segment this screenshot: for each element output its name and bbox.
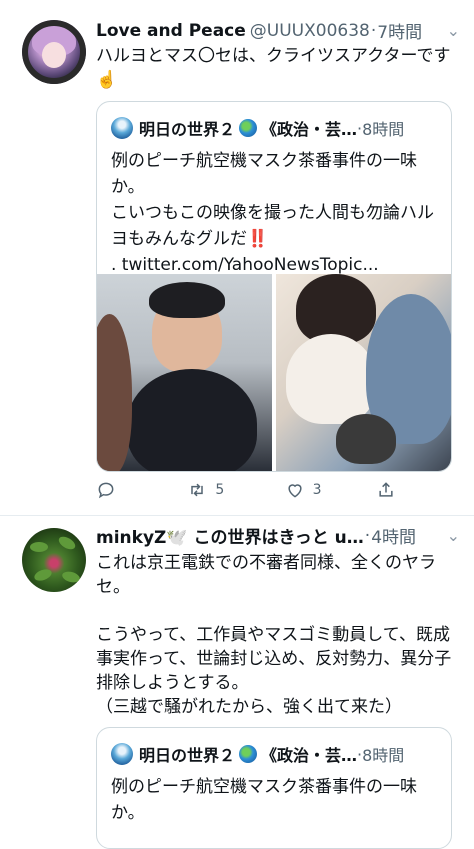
- avatar-leaf: [56, 534, 78, 552]
- avatar-leaf: [61, 569, 81, 585]
- quote-timestamp: 8時間: [362, 746, 405, 765]
- quote-avatar: [111, 117, 133, 139]
- quote-avatar: [111, 743, 133, 765]
- tweet-header: minkyZ🕊️ この世界はきっと u… · 4時間 ⌄: [96, 523, 460, 549]
- reply-button[interactable]: [96, 480, 187, 500]
- photo-figure: [97, 314, 132, 471]
- avatar-leaf: [32, 567, 54, 583]
- quote-display-name: 明日の世界２: [139, 746, 236, 765]
- like-icon: [288, 484, 302, 498]
- like-count: 3: [312, 482, 322, 498]
- avatar[interactable]: [22, 20, 86, 84]
- display-name[interactable]: Love and Peace: [96, 21, 246, 41]
- tweet-text: これは京王電鉄での不審者同様、全くのヤラセ。 こうやって、工作員やマスゴミ動員し…: [96, 553, 452, 717]
- quoted-tweet[interactable]: 明日の世界２ 《政治・芸… · 8時間 例のピーチ航空機マスク茶番事件の一味か。…: [96, 101, 452, 472]
- photo-figure: [286, 334, 376, 424]
- avatar-ring: [22, 20, 86, 84]
- like-button[interactable]: 3: [285, 480, 376, 500]
- more-caret-icon[interactable]: ⌄: [441, 526, 460, 545]
- separator: ·: [370, 20, 377, 41]
- globe-icon: [239, 119, 258, 137]
- photo-figure: [336, 414, 396, 464]
- quote-timestamp: 8時間: [362, 120, 405, 139]
- display-name[interactable]: minkyZ🕊️ この世界はきっと u…: [96, 523, 364, 548]
- avatar[interactable]: [22, 528, 86, 592]
- tweet-text: ハルヨとマス〇セは、クライツスアクターです☝️: [96, 46, 451, 90]
- photo-man-in-crowd[interactable]: [97, 274, 272, 471]
- double-exclamation-icon: ‼️: [247, 229, 269, 249]
- retweet-icon: [191, 483, 204, 497]
- quote-text: 例のピーチ航空機マスク茶番事件の一味か。 こいつもこの映像を撮った人間も勿論ハル…: [111, 148, 439, 278]
- globe-icon: [239, 745, 258, 763]
- action-bar: 5 3: [96, 478, 396, 502]
- photo-airplane-cabin[interactable]: [276, 274, 451, 471]
- quote-link[interactable]: . twitter.com/YahooNewsTopic...: [111, 255, 379, 275]
- tweet-header: Love and Peace @UUUX00638 · 7時間 ⌄: [96, 18, 460, 44]
- reply-icon: [98, 482, 114, 499]
- timestamp[interactable]: 4時間: [371, 523, 416, 548]
- quote-display-name: 明日の世界２: [139, 120, 236, 139]
- tweet[interactable]: Love and Peace @UUUX00638 · 7時間 ⌄ ハルヨとマス…: [0, 0, 474, 516]
- quote-name-suffix: 《政治・芸…: [261, 746, 358, 765]
- media-grid: [97, 274, 451, 471]
- user-handle[interactable]: @UUUX00638: [250, 21, 370, 41]
- retweet-count: 5: [215, 482, 225, 498]
- quote-line-2: こいつもこの映像を撮った人間も勿論ハルヨもみんなグルだ: [111, 203, 434, 249]
- timestamp[interactable]: 7時間: [377, 18, 422, 43]
- more-caret-icon[interactable]: ⌄: [441, 21, 460, 40]
- retweet-button[interactable]: 5: [187, 480, 284, 500]
- avatar-leaf: [30, 542, 48, 552]
- quote-text: 例のピーチ航空機マスク茶番事件の一味か。: [111, 777, 417, 823]
- quote-header: 明日の世界２ 《政治・芸… · 8時間: [111, 116, 439, 140]
- share-icon: [379, 482, 393, 497]
- quote-name-suffix: 《政治・芸…: [261, 120, 358, 139]
- quoted-tweet[interactable]: 明日の世界２ 《政治・芸… · 8時間 例のピーチ航空機マスク茶番事件の一味か。: [96, 727, 452, 849]
- photo-figure: [127, 369, 257, 471]
- photo-figure: [149, 282, 225, 318]
- separator: ·: [364, 525, 371, 546]
- quote-header: 明日の世界２ 《政治・芸… · 8時間: [111, 742, 439, 766]
- share-button[interactable]: [376, 480, 396, 500]
- quote-line-1: 例のピーチ航空機マスク茶番事件の一味か。: [111, 151, 417, 197]
